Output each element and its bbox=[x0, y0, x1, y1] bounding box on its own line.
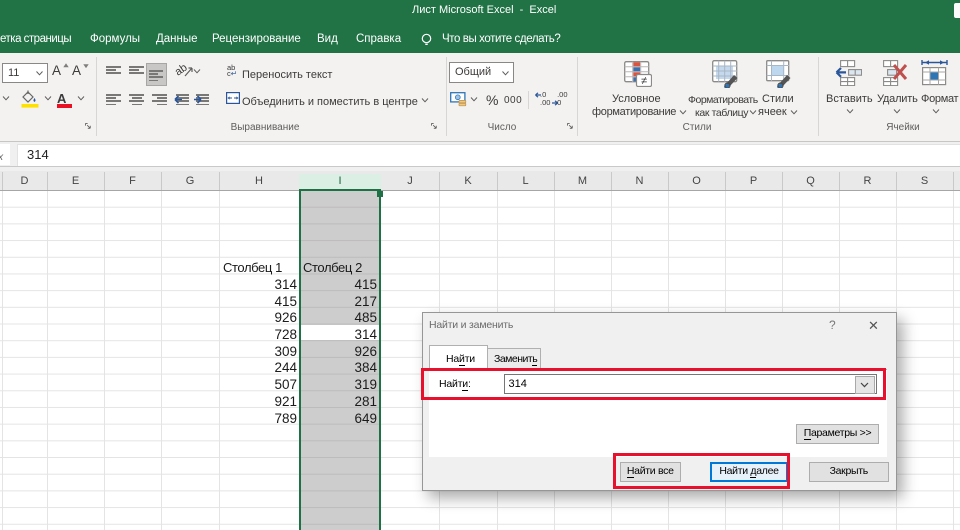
svg-text:≠: ≠ bbox=[641, 75, 647, 87]
